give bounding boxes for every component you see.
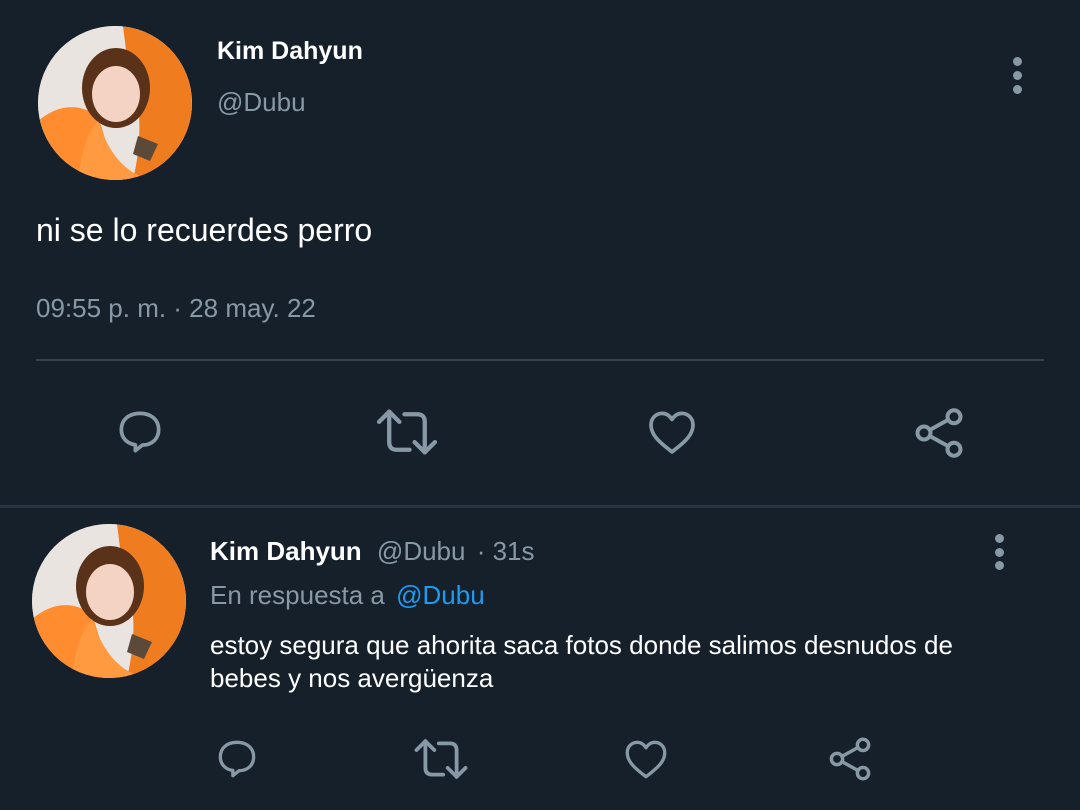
main-tweet-avatar[interactable]	[38, 26, 192, 180]
retweet-button[interactable]	[374, 402, 440, 462]
more-dot	[994, 547, 1004, 557]
reply-tweet-like-button[interactable]	[619, 732, 673, 786]
reply-tweet-display-name[interactable]: Kim Dahyun	[210, 536, 362, 566]
reply-tweet-avatar[interactable]	[32, 524, 186, 678]
main-tweet-display-name[interactable]: Kim Dahyun	[217, 37, 363, 66]
section-divider	[0, 505, 1080, 508]
profile-photo-icon	[38, 26, 192, 180]
reply-tweet-handle[interactable]: @Dubu	[377, 536, 466, 566]
retweet-icon	[414, 739, 468, 779]
reply-icon	[218, 740, 256, 778]
main-tweet-handle[interactable]: @Dubu	[217, 87, 306, 118]
more-dot	[994, 534, 1004, 543]
like-icon	[625, 740, 667, 779]
in-reply-to-label: En respuesta a	[210, 580, 385, 610]
reply-button[interactable]	[110, 402, 170, 462]
more-dot	[994, 561, 1004, 570]
main-tweet-text: ni se lo recuerdes perro	[36, 212, 373, 248]
share-icon	[829, 737, 871, 781]
share-button[interactable]	[908, 402, 970, 464]
retweet-icon	[376, 409, 438, 455]
main-tweet-timestamp[interactable]: 09:55 p. m. · 28 may. 22	[36, 293, 316, 324]
main-tweet-divider	[36, 359, 1044, 361]
profile-photo-icon	[32, 524, 186, 678]
more-dot	[1012, 57, 1022, 66]
more-dot	[1012, 71, 1022, 80]
more-dot	[1012, 85, 1022, 94]
reply-tweet-time[interactable]: · 31s	[477, 536, 535, 566]
share-icon	[915, 408, 963, 458]
in-reply-to-handle[interactable]: @Dubu	[396, 580, 485, 610]
in-reply-to: En respuesta a @Dubu	[210, 580, 485, 611]
reply-icon	[119, 411, 161, 453]
reply-tweet-reply-button[interactable]	[210, 732, 264, 786]
reply-tweet-text-line-1: estoy segura que ahorita saca fotos dond…	[210, 630, 953, 660]
reply-tweet-more-icon[interactable]	[994, 534, 1004, 570]
reply-tweet-header: Kim Dahyun @Dubu · 31s	[210, 536, 535, 567]
reply-tweet-text-line-2: bebes y nos avergüenza	[210, 663, 494, 693]
main-tweet-more-icon[interactable]	[1012, 57, 1022, 94]
like-button[interactable]	[642, 402, 702, 462]
like-icon	[649, 411, 695, 454]
reply-tweet-share-button[interactable]	[823, 732, 877, 786]
reply-tweet-retweet-button[interactable]	[412, 732, 470, 786]
